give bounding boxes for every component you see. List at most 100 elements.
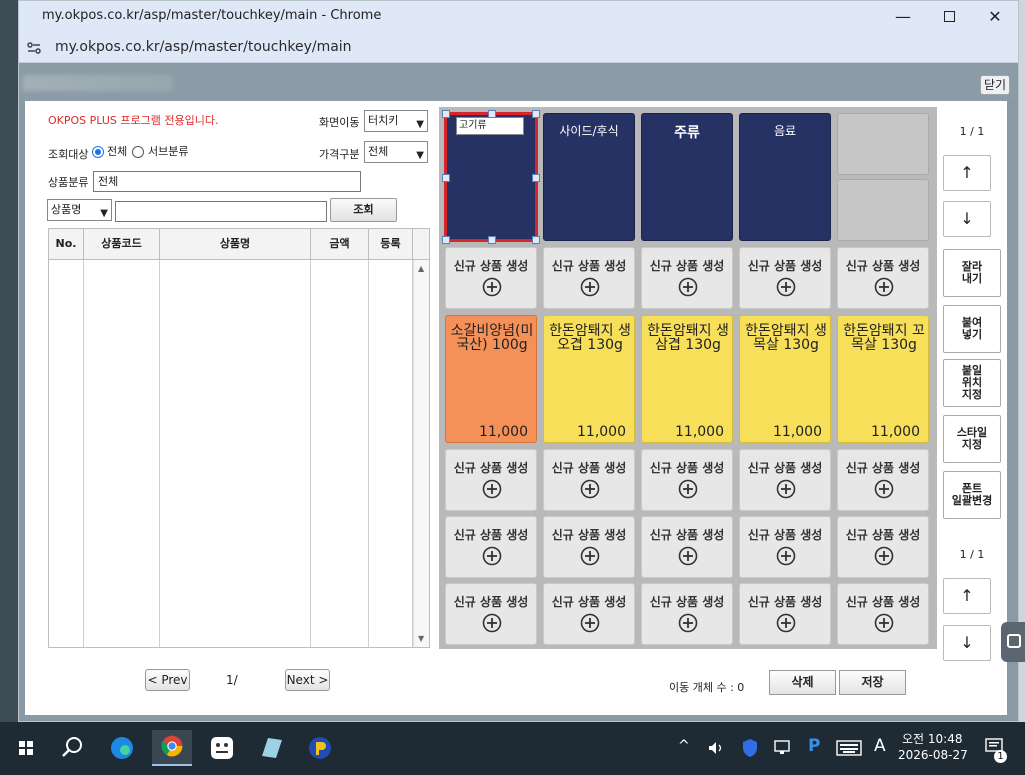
category-up-button[interactable]: ↑ (943, 155, 991, 191)
cut-button[interactable]: 잘라 내기 (943, 249, 1001, 297)
col-price[interactable]: 금액 (311, 229, 369, 260)
windows-start-icon[interactable] (6, 730, 46, 766)
url-text[interactable]: my.okpos.co.kr/asp/master/touchkey/main (55, 39, 352, 55)
new-product-key[interactable]: 신규 상품 생성 (543, 449, 635, 511)
close-button[interactable]: 닫기 (980, 75, 1010, 95)
new-product-key[interactable]: 신규 상품 생성 (445, 247, 537, 309)
paste-button[interactable]: 붙여 넣기 (943, 305, 1001, 353)
ime-indicator[interactable]: A (874, 736, 886, 756)
category-key-liquor[interactable]: 주류 (641, 113, 733, 241)
app-icon[interactable] (202, 730, 242, 766)
product-key[interactable]: 한돈암퇘지 생목살 130g 11,000 (739, 315, 831, 443)
empty-key[interactable] (837, 179, 929, 241)
category-key-side[interactable]: 사이드/후식 (543, 113, 635, 241)
radio-sub[interactable] (132, 146, 144, 158)
clock-date[interactable]: 2026-08-27 (898, 748, 968, 762)
col-no[interactable]: No. (49, 229, 84, 260)
resize-handle[interactable] (442, 174, 450, 182)
search-icon[interactable] (52, 730, 92, 766)
table-scrollbar[interactable]: ▲ ▼ (413, 260, 429, 647)
new-product-key[interactable]: 신규 상품 생성 (445, 516, 537, 578)
maximize-button[interactable] (926, 4, 972, 30)
close-window-button[interactable]: ✕ (972, 4, 1018, 30)
tray-expand-icon[interactable]: ^ (678, 738, 690, 754)
taskbar: ^ P A 오전 10:48 2026-08-27 1 (0, 722, 1025, 775)
new-product-key[interactable]: 신규 상품 생성 (837, 247, 929, 309)
screen-move-select[interactable]: 터치키 ▼ (364, 110, 428, 132)
col-register[interactable]: 등록 (369, 229, 413, 260)
network-icon[interactable] (772, 738, 794, 758)
minimize-button[interactable]: — (880, 4, 926, 30)
new-product-key[interactable]: 신규 상품 생성 (837, 449, 929, 511)
touchkey-grid: 고기류 사이드/후식 주류 음료 신규 상품 생성 신규 상품 생성 신규 상품… (439, 107, 937, 649)
prev-button[interactable]: < Prev (145, 669, 190, 691)
category-field[interactable]: 전체 (93, 171, 361, 192)
chrome-window: my.okpos.co.kr/asp/master/touchkey/main … (18, 0, 1019, 722)
product-key[interactable]: 소갈비양념(미국산) 100g 11,000 (445, 315, 537, 443)
clock-time[interactable]: 오전 10:48 (902, 730, 962, 747)
category-key-label: 음료 (773, 124, 797, 138)
save-button[interactable]: 저장 (839, 670, 906, 695)
volume-icon[interactable] (706, 738, 726, 758)
radio-all[interactable] (92, 146, 104, 158)
search-input[interactable] (115, 201, 327, 222)
resize-handle[interactable] (442, 236, 450, 244)
product-up-button[interactable]: ↑ (943, 578, 991, 614)
new-product-label: 신규 상품 생성 (747, 528, 823, 542)
notepad-icon[interactable] (252, 730, 292, 766)
new-product-key[interactable]: 신규 상품 생성 (641, 516, 733, 578)
category-down-button[interactable]: ↓ (943, 201, 991, 237)
new-product-key[interactable]: 신규 상품 생성 (445, 583, 537, 645)
search-field-select[interactable]: 상품명 ▼ (47, 199, 112, 221)
new-product-key[interactable]: 신규 상품 생성 (543, 516, 635, 578)
category-key-drinks[interactable]: 음료 (739, 113, 831, 241)
resize-handle[interactable] (532, 174, 540, 182)
resize-handle[interactable] (488, 236, 496, 244)
new-product-key[interactable]: 신규 상품 생성 (445, 449, 537, 511)
search-button[interactable]: 조회 (330, 198, 397, 222)
p-app-tray-icon[interactable]: P (808, 736, 820, 756)
new-product-key[interactable]: 신규 상품 생성 (543, 583, 635, 645)
product-pager: 1 / 1 (959, 548, 985, 561)
edge-icon[interactable] (102, 730, 142, 766)
col-name[interactable]: 상품명 (160, 229, 311, 260)
product-key[interactable]: 한돈암퇘지 생오겹 130g 11,000 (543, 315, 635, 443)
resize-handle[interactable] (442, 110, 450, 118)
new-product-key[interactable]: 신규 상품 생성 (543, 247, 635, 309)
col-code[interactable]: 상품코드 (84, 229, 160, 260)
new-product-key[interactable]: 신규 상품 생성 (837, 583, 929, 645)
keyboard-icon[interactable] (836, 739, 862, 757)
paste-position-button[interactable]: 붙일 위치 지정 (943, 359, 1001, 407)
search-field-value: 상품명 (51, 203, 82, 216)
category-key-meat[interactable]: 고기류 (442, 110, 540, 244)
new-product-key[interactable]: 신규 상품 생성 (739, 449, 831, 511)
scroll-down-icon[interactable]: ▼ (418, 634, 424, 643)
site-info-icon[interactable] (25, 39, 43, 57)
chrome-icon[interactable] (152, 730, 192, 766)
scroll-up-icon[interactable]: ▲ (418, 264, 424, 273)
next-button[interactable]: Next > (285, 669, 330, 691)
product-key[interactable]: 한돈암퇘지 꼬목살 130g 11,000 (837, 315, 929, 443)
new-product-label: 신규 상품 생성 (453, 595, 529, 609)
font-change-button[interactable]: 폰트 일괄변경 (943, 471, 1001, 519)
product-down-button[interactable]: ↓ (943, 625, 991, 661)
side-panel-tab[interactable] (1001, 622, 1025, 662)
resize-handle[interactable] (532, 110, 540, 118)
new-product-key[interactable]: 신규 상품 생성 (837, 516, 929, 578)
new-product-key[interactable]: 신규 상품 생성 (739, 516, 831, 578)
product-key[interactable]: 한돈암퇘지 생삼겹 130g 11,000 (641, 315, 733, 443)
security-icon[interactable] (740, 737, 760, 759)
pos-app-icon[interactable] (300, 730, 340, 766)
new-product-key[interactable]: 신규 상품 생성 (641, 583, 733, 645)
new-product-key[interactable]: 신규 상품 생성 (739, 583, 831, 645)
new-product-key[interactable]: 신규 상품 생성 (641, 247, 733, 309)
resize-handle[interactable] (532, 236, 540, 244)
empty-key[interactable] (837, 113, 929, 175)
style-button[interactable]: 스타일 지정 (943, 415, 1001, 463)
new-product-key[interactable]: 신규 상품 생성 (739, 247, 831, 309)
resize-handle[interactable] (488, 110, 496, 118)
delete-button[interactable]: 삭제 (769, 670, 836, 695)
category-rename-input[interactable]: 고기류 (456, 117, 524, 135)
new-product-key[interactable]: 신규 상품 생성 (641, 449, 733, 511)
price-select[interactable]: 전체 ▼ (364, 141, 428, 163)
